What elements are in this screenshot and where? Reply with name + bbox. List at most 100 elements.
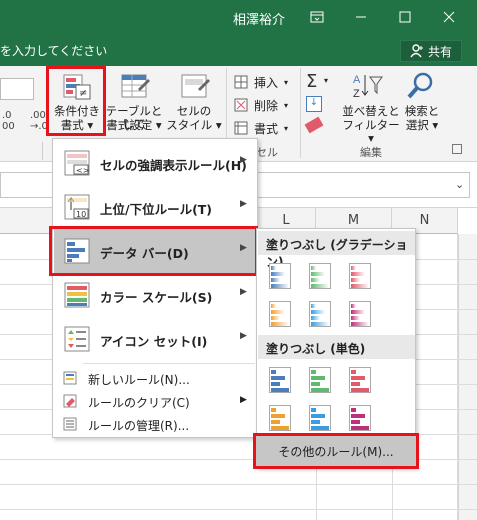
- databar-segment: [271, 414, 285, 418]
- top-bottom-icon: 10: [64, 194, 90, 220]
- databar-segment: [351, 322, 369, 326]
- conditional-format-menu: <> セルの強調表示ルール(H) ▶ 10 上位/下位ルール(T) ▶ データ バー…: [52, 138, 258, 438]
- insert-button[interactable]: 挿入 ▾: [234, 73, 300, 91]
- databar-segment: [351, 304, 356, 308]
- menu-item-new-rule[interactable]: 新しいルール(N)...: [54, 367, 257, 390]
- vertical-scrollbar[interactable]: [458, 234, 477, 520]
- share-button[interactable]: 共有: [400, 40, 462, 62]
- menu-label: 上位/下位ルール(T): [100, 202, 213, 217]
- ribbon-display-icon[interactable]: [296, 0, 338, 34]
- menu-item-clear-rules[interactable]: ルールのクリア(C) ▶: [54, 390, 257, 413]
- fill-icon[interactable]: ↓: [306, 96, 322, 112]
- databar-segment: [271, 322, 289, 326]
- menu-separator: [83, 363, 255, 364]
- title-bar: 相澤裕介: [0, 0, 477, 34]
- sort-filter-button[interactable]: AZ 並べ替えと フィルター ▾: [342, 71, 400, 145]
- highlight-more-rules: [253, 433, 419, 469]
- databar-segment: [351, 370, 356, 374]
- section-gradient: 塗りつぶし (グラデーション): [258, 231, 415, 269]
- group-divider: [42, 142, 43, 160]
- gradient-databar-swatch[interactable]: [349, 263, 371, 289]
- submenu-arrow-icon: ▶: [240, 199, 247, 209]
- manage-rules-icon: [63, 417, 77, 431]
- data-bars-submenu: 塗りつぶし (グラデーション) 塗りつぶし (単色): [256, 228, 416, 468]
- databar-segment: [351, 266, 356, 270]
- expand-formula-icon[interactable]: ⌄: [455, 178, 464, 191]
- menu-item-top-bottom-rules[interactable]: 10 上位/下位ルール(T) ▶: [54, 185, 257, 229]
- databar-segment: [311, 420, 320, 424]
- submenu-arrow-icon: ▶: [240, 331, 247, 341]
- databar-segment: [311, 304, 316, 308]
- minimize-icon[interactable]: [340, 0, 382, 34]
- group-label-cells: セル: [256, 146, 278, 159]
- menu-item-manage-rules[interactable]: ルールの管理(R)...: [54, 413, 257, 436]
- menu-label: アイコン セット(I): [100, 334, 208, 349]
- format-button[interactable]: 書式 ▾: [234, 119, 300, 137]
- gradient-databar-swatch[interactable]: [309, 263, 331, 289]
- svg-text:A: A: [353, 74, 361, 86]
- menu-label: ルールのクリア(C): [88, 396, 190, 410]
- solid-databar-swatch[interactable]: [349, 405, 371, 431]
- solid-databar-swatch[interactable]: [309, 405, 331, 431]
- gradient-databar-swatch[interactable]: [309, 301, 331, 327]
- databar-segment: [311, 278, 320, 282]
- find-select-button[interactable]: 検索と 選択 ▾: [402, 71, 442, 132]
- databar-segment: [351, 376, 365, 380]
- databar-segment: [271, 388, 289, 392]
- color-scales-icon: [64, 282, 90, 308]
- solid-databar-swatch[interactable]: [269, 367, 291, 393]
- delete-button[interactable]: 削除 ▾: [234, 96, 300, 114]
- databar-segment: [311, 376, 325, 380]
- solid-swatches: [257, 359, 415, 439]
- databar-segment: [311, 266, 316, 270]
- insert-icon: [234, 75, 248, 89]
- gradient-databar-swatch[interactable]: [269, 301, 291, 327]
- databar-segment: [271, 376, 285, 380]
- gradient-databar-swatch[interactable]: [349, 301, 371, 327]
- menu-label: 新しいルール(N)...: [88, 373, 190, 387]
- collapse-ribbon-icon[interactable]: [452, 144, 462, 154]
- number-format-box[interactable]: [0, 78, 34, 100]
- decimal-increase-icon[interactable]: .0 00: [2, 110, 15, 132]
- solid-databar-swatch[interactable]: [349, 367, 371, 393]
- autosum-icon[interactable]: Σ: [306, 71, 317, 92]
- close-icon[interactable]: [428, 0, 470, 34]
- find-label-1: 検索と: [404, 104, 440, 118]
- sort-label-2: フィルター ▾: [342, 118, 400, 145]
- insert-label: 挿入: [254, 75, 279, 90]
- grid-line: [0, 509, 477, 510]
- submenu-arrow-icon: ▶: [240, 395, 247, 405]
- databar-segment: [311, 284, 329, 288]
- maximize-icon[interactable]: [384, 0, 426, 34]
- databar-segment: [311, 414, 325, 418]
- format-as-table-button[interactable]: テーブルとして 書式設定 ▾: [106, 71, 162, 132]
- databar-segment: [351, 408, 356, 412]
- databar-segment: [311, 370, 316, 374]
- solid-databar-swatch[interactable]: [309, 367, 331, 393]
- databar-segment: [351, 284, 369, 288]
- databar-segment: [271, 284, 289, 288]
- gradient-databar-swatch[interactable]: [269, 263, 291, 289]
- cell-style-label-1: セルの: [176, 104, 212, 118]
- menu-item-highlight-rules[interactable]: <> セルの強調表示ルール(H) ▶: [54, 141, 257, 185]
- databar-segment: [271, 370, 276, 374]
- cell-styles-button[interactable]: セルの スタイル ▾: [166, 71, 222, 132]
- magnifier-icon: [407, 72, 433, 99]
- solid-databar-swatch[interactable]: [269, 405, 291, 431]
- databar-segment: [351, 420, 360, 424]
- highlight-cond-format: [46, 66, 106, 136]
- menu-item-icon-sets[interactable]: アイコン セット(I) ▶: [54, 317, 257, 361]
- databar-segment: [311, 426, 329, 430]
- user-name: 相澤裕介: [233, 13, 286, 28]
- clear-icon[interactable]: [304, 116, 324, 134]
- databar-segment: [271, 408, 276, 412]
- databar-segment: [271, 304, 276, 308]
- table-icon: [121, 74, 150, 98]
- tell-me-input[interactable]: を入力してください: [0, 42, 107, 59]
- icon-sets-icon: [64, 326, 90, 352]
- databar-segment: [271, 272, 285, 276]
- menu-item-color-scales[interactable]: カラー スケール(S) ▶: [54, 273, 257, 317]
- databar-segment: [311, 310, 325, 314]
- databar-segment: [311, 272, 325, 276]
- autosum-dropdown[interactable]: ▾: [324, 76, 328, 85]
